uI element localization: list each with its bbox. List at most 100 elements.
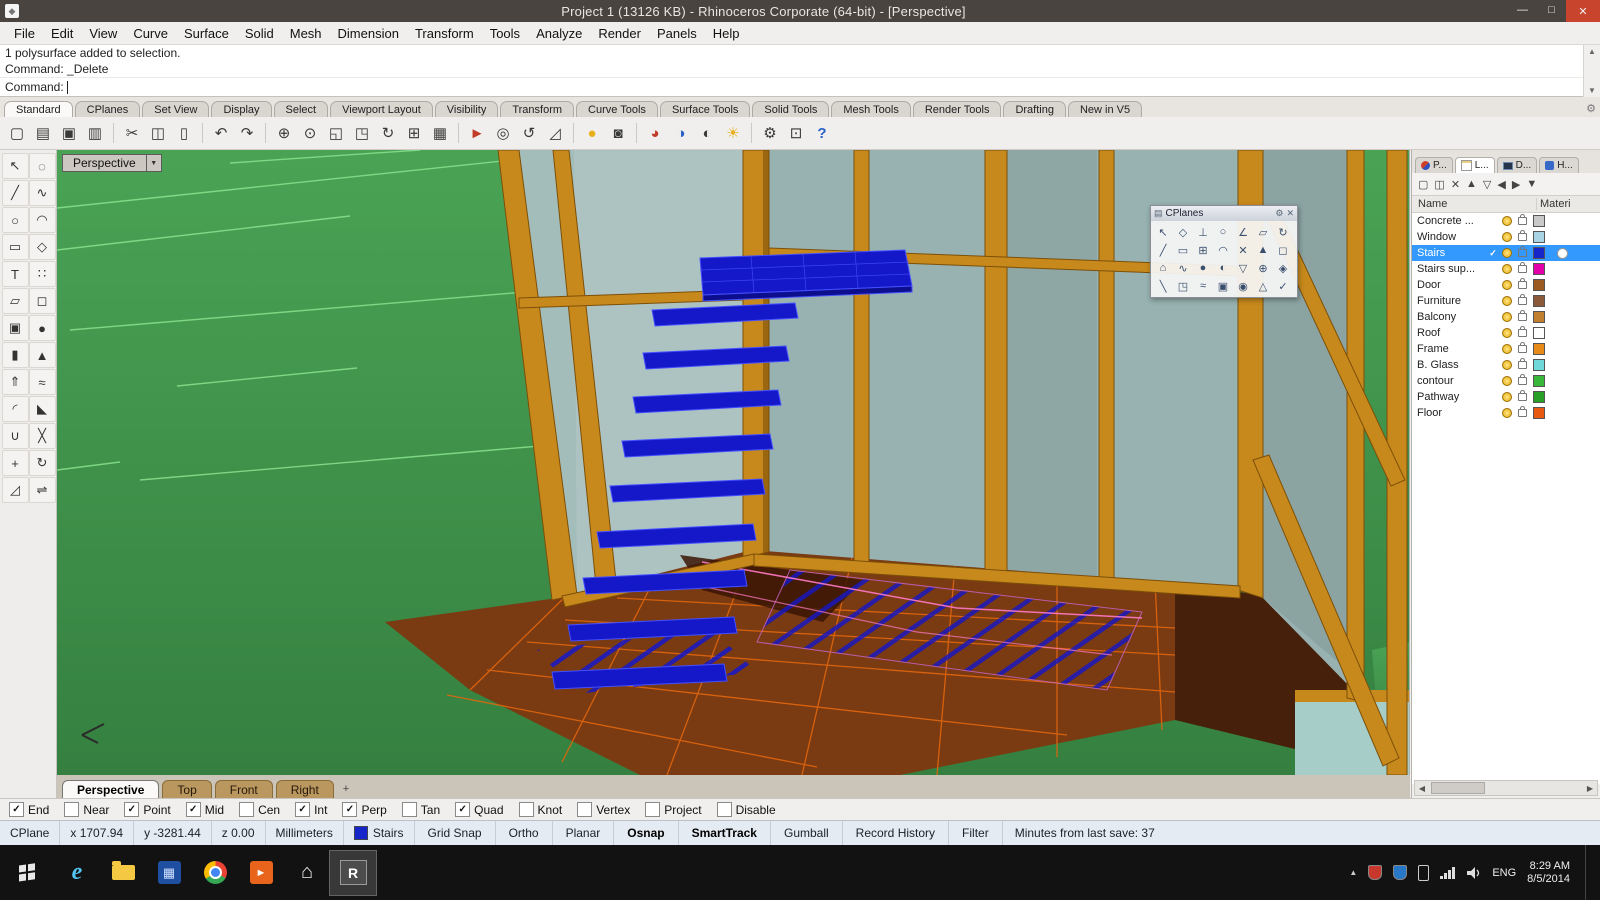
extrude-icon[interactable]: ⇑ [1,369,29,395]
toolbar-tab[interactable]: Set View [142,101,210,117]
zoom-extents-icon[interactable]: ◳ [350,121,374,145]
status-pane[interactable]: Grid Snap [415,821,496,845]
layer-row[interactable]: Pathway [1412,389,1600,405]
cplane-tool-icon[interactable]: ◇ [1173,223,1193,241]
checkbox[interactable] [239,802,255,817]
new-viewport-tab-button[interactable]: + [337,783,355,798]
layer-row[interactable]: Stairs ✓ [1412,245,1600,261]
column-material[interactable]: Materi [1536,198,1600,210]
gear-icon[interactable]: ⚙ [1275,208,1283,219]
toolbar-tab[interactable]: Surface Tools [659,101,751,117]
layer-lock-icon[interactable] [1518,390,1527,401]
column-name[interactable]: Name [1412,198,1536,210]
cplane-tool-icon[interactable]: ▽ [1233,259,1253,277]
status-pane[interactable]: Ortho [496,821,553,845]
clock[interactable]: 8:29 AM 8/5/2014 [1527,860,1574,886]
osnap-toggle[interactable]: ✓ End [9,802,49,817]
menu-item[interactable]: Panels [649,24,705,43]
layer-lock-icon[interactable] [1518,246,1527,257]
status-cplane[interactable]: CPlane [0,821,61,845]
perspective-viewport[interactable]: Perspective ▼ ▤ CPlanes ⚙ ✕ ↖ ◇ ⊥ ○ ∠ ▱ ↻ ╱ ▭ ⊞ ◠ ✕… [57,150,1410,775]
checkbox[interactable]: ✓ [9,802,24,817]
paste-icon[interactable]: ▯ [172,121,196,145]
toolbar-tab[interactable]: Mesh Tools [831,101,911,117]
plane-icon[interactable]: ◻ [28,288,56,314]
layer-visibility-bulb-icon[interactable] [1502,248,1512,258]
layer-visibility-bulb-icon[interactable] [1502,376,1512,386]
layer-row[interactable]: contour [1412,373,1600,389]
command-scrollbar[interactable]: ▲ ▼ [1583,45,1600,97]
loft-icon[interactable]: ≈ [28,369,56,395]
cplane-tool-icon[interactable]: ◐ [1213,259,1233,277]
copy-object-icon[interactable]: ◎ [491,121,515,145]
new-layer-icon[interactable]: ▢ [1418,178,1428,191]
move-up-icon[interactable]: ▲ [1466,178,1477,190]
polygon-icon[interactable]: ◇ [28,234,56,260]
layer-row[interactable]: Balcony [1412,309,1600,325]
layer-visibility-bulb-icon[interactable] [1502,280,1512,290]
cplane-tool-icon[interactable]: ◻ [1273,241,1293,259]
layer-lock-icon[interactable] [1518,374,1527,385]
file-explorer-button[interactable] [100,851,146,895]
osnap-toggle[interactable]: Tan [401,802,440,817]
layer-color-swatch[interactable] [1533,279,1545,291]
toolbar-options-icon[interactable]: ⚙ [1586,102,1596,117]
open-file-icon[interactable]: ▤ [31,121,55,145]
cplane-tool-icon[interactable]: ✓ [1273,277,1293,295]
menu-item[interactable]: File [6,24,43,43]
lasso-select-icon[interactable]: ◌ [28,153,56,179]
tab-properties[interactable]: P... [1415,157,1453,173]
layer-row[interactable]: B. Glass [1412,357,1600,373]
osnap-toggle[interactable]: ✓ Perp [342,802,387,817]
cplane-tool-icon[interactable]: ▱ [1253,223,1273,241]
redo-icon[interactable]: ↷ [235,121,259,145]
scroll-up-icon[interactable]: ▲ [1588,45,1596,58]
viewport-title[interactable]: Perspective [62,154,147,172]
arc-icon[interactable]: ◠ [28,207,56,233]
layer-color-swatch[interactable] [1533,359,1545,371]
layer-color-swatch[interactable] [1533,391,1545,403]
checkbox[interactable]: ✓ [295,802,311,817]
tab-help[interactable]: H... [1539,157,1579,173]
sphere-icon[interactable]: ● [28,315,56,341]
layer-visibility-bulb-icon[interactable] [1502,344,1512,354]
toolbar-tab[interactable]: Solid Tools [752,101,830,117]
zoom-window-icon[interactable]: ◱ [324,121,348,145]
menu-item[interactable]: Render [590,24,649,43]
cplane-tool-icon[interactable]: ↖ [1153,223,1173,241]
checkbox[interactable] [577,802,593,817]
cplane-tool-icon[interactable]: ◳ [1173,277,1193,295]
menu-item[interactable]: View [81,24,125,43]
rhino-taskbar-button[interactable]: R [329,849,377,896]
layer-visibility-bulb-icon[interactable] [1502,360,1512,370]
toolbar-tab[interactable]: Visibility [434,101,499,117]
cplane-tool-icon[interactable]: ↻ [1273,223,1293,241]
status-pane[interactable]: Filter [949,821,1003,845]
viewport-tab[interactable]: Right [275,780,334,798]
render-icon[interactable]: ◕ [643,121,667,145]
start-button[interactable] [0,845,54,900]
cplane-tool-icon[interactable]: ⊥ [1193,223,1213,241]
print-icon[interactable]: ▥ [83,121,107,145]
layer-lock-icon[interactable] [1518,310,1527,321]
cplane-tool-icon[interactable]: ▭ [1173,241,1193,259]
cplane-tool-icon[interactable]: ○ [1213,223,1233,241]
checkbox[interactable]: ✓ [455,802,471,817]
osnap-toggle[interactable]: Project [645,802,702,817]
checkbox[interactable] [645,802,661,817]
lamp-icon[interactable]: ● [580,121,604,145]
layer-visibility-bulb-icon[interactable] [1502,312,1512,322]
layer-row[interactable]: Concrete ... [1412,213,1600,229]
close-icon[interactable]: ✕ [1286,208,1294,219]
layer-color-swatch[interactable] [1533,215,1545,227]
menu-item[interactable]: Edit [43,24,81,43]
circle-icon[interactable]: ○ [1,207,29,233]
menu-item[interactable]: Analyze [528,24,590,43]
rotate-icon[interactable]: ↺ [517,121,541,145]
checkbox[interactable]: ✓ [342,802,358,817]
status-pane[interactable]: Osnap [614,821,679,845]
cplane-tool-icon[interactable]: ▲ [1253,241,1273,259]
cplane-tool-icon[interactable]: △ [1253,277,1273,295]
cplane-tool-icon[interactable]: ⊞ [1193,241,1213,259]
cut-icon[interactable]: ✂ [120,121,144,145]
